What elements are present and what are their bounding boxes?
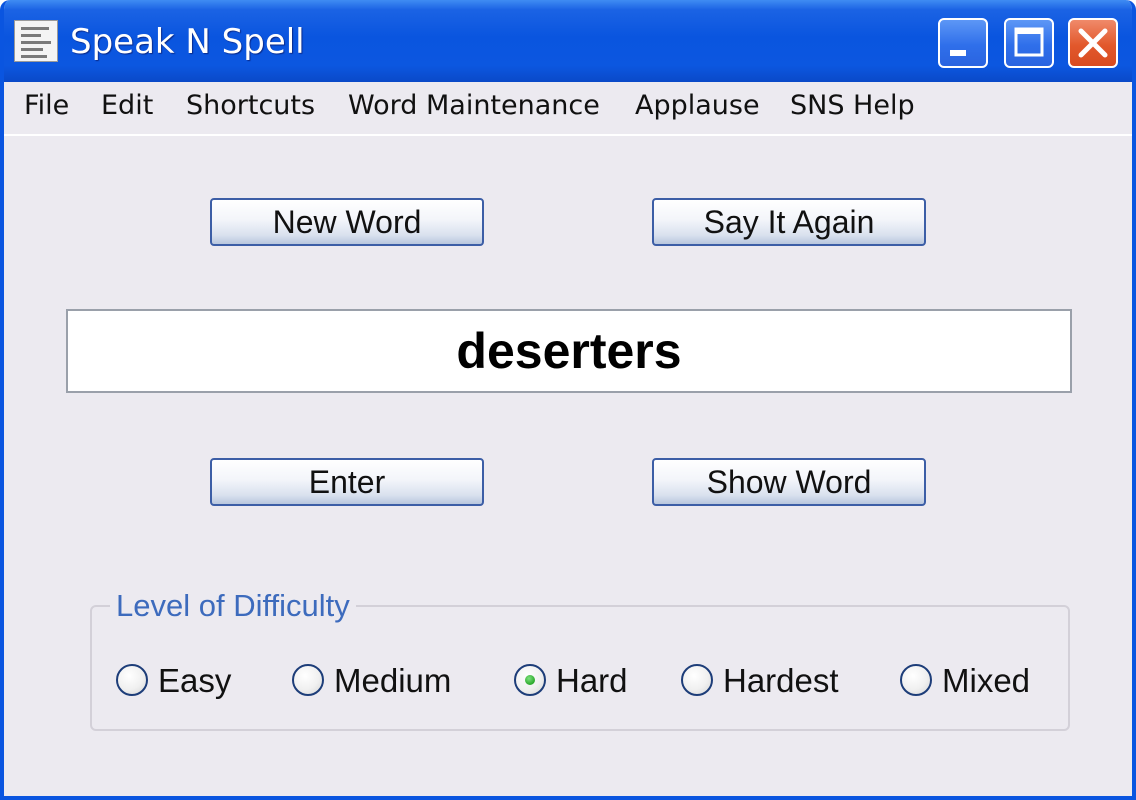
enter-button[interactable]: Enter <box>210 458 484 506</box>
new-word-button[interactable]: New Word <box>210 198 484 246</box>
menu-sns-help[interactable]: SNS Help <box>790 90 915 121</box>
radio-label: Mixed <box>942 662 1031 699</box>
menu-shortcuts[interactable]: Shortcuts <box>186 90 315 121</box>
radio-circle-selected[interactable] <box>514 664 546 696</box>
radio-label: Hardest <box>723 662 839 699</box>
minimize-button[interactable] <box>938 18 988 68</box>
close-icon <box>1078 28 1108 58</box>
app-window: Speak N Spell File Edit Shortcuts Word M… <box>0 0 1136 800</box>
menu-bar: File Edit Shortcuts Word Maintenance App… <box>4 82 1132 136</box>
say-it-again-button[interactable]: Say It Again <box>652 198 926 246</box>
maximize-icon <box>1014 27 1044 57</box>
close-button[interactable] <box>1068 18 1118 68</box>
minimize-icon <box>950 50 966 56</box>
difficulty-group-title: Level of Difficulty <box>110 588 356 624</box>
word-display-field[interactable]: deserters <box>66 309 1072 393</box>
maximize-button[interactable] <box>1004 18 1054 68</box>
radio-circle[interactable] <box>681 664 713 696</box>
menu-file[interactable]: File <box>24 90 69 121</box>
radio-circle[interactable] <box>900 664 932 696</box>
menu-edit[interactable]: Edit <box>101 90 153 121</box>
title-bar[interactable]: Speak N Spell <box>4 0 1132 82</box>
show-word-button[interactable]: Show Word <box>652 458 926 506</box>
window-title: Speak N Spell <box>70 22 305 62</box>
menu-applause[interactable]: Applause <box>635 90 760 121</box>
menu-word-maintenance[interactable]: Word Maintenance <box>348 90 600 121</box>
radio-label: Hard <box>556 662 628 699</box>
radio-label: Easy <box>158 662 232 699</box>
radio-selected-dot <box>525 675 535 685</box>
radio-circle[interactable] <box>292 664 324 696</box>
radio-label: Medium <box>334 662 452 699</box>
app-icon[interactable] <box>14 20 58 62</box>
radio-circle[interactable] <box>116 664 148 696</box>
